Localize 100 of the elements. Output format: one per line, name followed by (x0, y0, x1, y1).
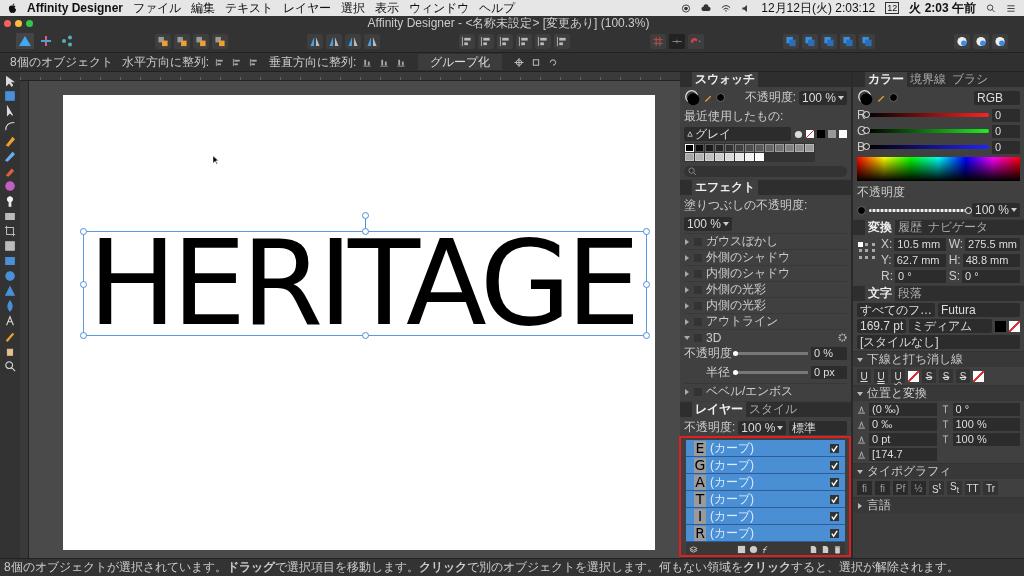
visibility-checkbox[interactable] (830, 511, 839, 521)
triangle-icon[interactable] (4, 285, 16, 297)
color-swatch[interactable] (685, 153, 694, 161)
visibility-checkbox[interactable] (830, 528, 839, 538)
text-color-swatch[interactable] (995, 320, 1006, 332)
record-icon[interactable] (681, 3, 692, 13)
corner-icon[interactable] (4, 120, 16, 132)
position-field[interactable]: [174.7 (869, 448, 937, 461)
flip-button[interactable] (307, 33, 324, 49)
underline-button[interactable]: U (857, 369, 871, 383)
pencil-icon[interactable] (4, 150, 16, 162)
effect-name[interactable]: 3D (706, 330, 722, 345)
effect-name[interactable]: 外側のシャドウ (706, 249, 790, 266)
panel-tab[interactable]: スウォッチ (692, 72, 758, 87)
group-button[interactable]: グループ化 (418, 54, 503, 70)
magnet-button[interactable] (687, 33, 704, 49)
resize-handle[interactable] (80, 228, 87, 235)
position-field[interactable]: 0 pt (869, 433, 937, 446)
font-dropdown[interactable]: Futura (938, 303, 1020, 317)
color-dot[interactable] (716, 93, 725, 102)
menu-item[interactable]: テキスト (225, 0, 273, 17)
slider-thumb[interactable] (733, 351, 738, 356)
pointer-icon[interactable] (4, 75, 16, 87)
panel-tab[interactable]: エフェクト (692, 180, 758, 195)
layer-row[interactable]: I (カーブ) (686, 508, 845, 525)
strikethrough-button[interactable]: S (939, 369, 953, 383)
menubar-time[interactable]: 火 2:03 午前 (909, 0, 976, 17)
channel-value[interactable]: 0 (992, 108, 1020, 122)
calendar-day[interactable]: 12 (885, 2, 900, 14)
opacity-dropdown[interactable]: 100 % (798, 90, 847, 105)
typography-button[interactable]: Tr (983, 481, 998, 495)
resize-handle[interactable] (80, 280, 87, 288)
menu-icon[interactable] (1006, 3, 1016, 13)
align-button[interactable] (497, 33, 514, 49)
mask-icon[interactable] (737, 544, 746, 554)
slider-thumb[interactable] (863, 111, 870, 118)
panel-tab[interactable]: カラー (865, 72, 907, 87)
color-swatch[interactable] (735, 153, 744, 161)
font-size-dropdown[interactable]: 169.7 pt (857, 319, 907, 333)
insert-button[interactable] (953, 33, 970, 49)
disclosure-triangle[interactable] (684, 388, 690, 395)
color-swatch[interactable] (695, 144, 704, 152)
transform-field[interactable]: 48.8 mm (962, 253, 1020, 267)
disclosure-triangle[interactable] (857, 468, 863, 475)
fill-opacity-dropdown[interactable]: 100 % (684, 217, 733, 231)
menu-item[interactable]: ヘルプ (479, 0, 515, 17)
menu-item[interactable]: 選択 (341, 0, 365, 17)
position-field[interactable]: 100 % (952, 433, 1020, 446)
disclosure-triangle[interactable] (684, 238, 690, 245)
visibility-checkbox[interactable] (830, 477, 839, 487)
opacity-dropdown[interactable]: 100 % (738, 420, 787, 435)
boolean-button[interactable] (858, 33, 875, 49)
pointer-icon[interactable] (4, 105, 16, 117)
resize-handle[interactable] (80, 332, 87, 339)
slider-thumb[interactable] (863, 143, 870, 150)
menu-item[interactable]: ウィンドウ (409, 0, 469, 17)
panel-tab[interactable]: 文字 (865, 286, 895, 301)
fx-icon[interactable] (761, 544, 770, 554)
color-swatch[interactable] (705, 144, 714, 152)
color-model-dropdown[interactable]: RGB (974, 90, 1020, 105)
font-weight-dropdown[interactable]: ミディアム (909, 319, 992, 333)
strikethrough-button[interactable]: S (956, 369, 970, 383)
color-swatch[interactable] (755, 153, 764, 161)
no-fill-swatch[interactable] (1009, 320, 1020, 332)
frame-icon[interactable] (4, 240, 16, 252)
no-fill-swatch[interactable] (806, 130, 814, 138)
color-swatch[interactable] (735, 144, 744, 152)
underline-button[interactable]: U (874, 369, 888, 383)
color-dot[interactable] (857, 205, 866, 215)
disclosure-triangle[interactable] (684, 286, 690, 293)
close-button[interactable] (4, 19, 11, 27)
disclosure-triangle[interactable] (684, 254, 690, 261)
zoom-button[interactable] (26, 19, 33, 27)
style-dropdown[interactable]: [スタイルなし] (857, 335, 1020, 349)
align-button[interactable] (535, 33, 552, 49)
apple-icon[interactable] (8, 2, 17, 14)
resize-handle[interactable] (642, 280, 650, 288)
flip-button[interactable] (326, 33, 343, 49)
transform-origin-button[interactable] (513, 56, 526, 68)
resize-handle[interactable] (361, 332, 369, 339)
font-collection-dropdown[interactable]: すべてのフ… (857, 303, 935, 317)
color-swatch[interactable] (715, 153, 724, 161)
visibility-checkbox[interactable] (830, 443, 839, 453)
effect-name[interactable]: 外側の光彩 (706, 281, 766, 298)
panel-tab[interactable]: レイヤー (692, 402, 746, 417)
color-swatch[interactable] (745, 153, 754, 161)
slider-value[interactable]: 0 px (811, 366, 847, 379)
color-swatch[interactable] (705, 153, 714, 161)
layer-row[interactable]: R (カーブ) (686, 525, 845, 542)
panel-tab[interactable]: スタイル (746, 402, 800, 417)
menu-item[interactable]: 編集 (191, 0, 215, 17)
fill-stroke-well[interactable] (684, 89, 701, 106)
persona-button[interactable] (16, 33, 34, 49)
blend-mode-dropdown[interactable]: 標準 (789, 420, 847, 435)
menu-item[interactable]: レイヤー (283, 0, 331, 17)
resize-handle[interactable] (361, 228, 369, 235)
arrange-button[interactable] (174, 33, 191, 49)
disclosure-triangle[interactable] (857, 390, 863, 397)
eyedropper-icon[interactable] (4, 330, 16, 342)
typography-button[interactable]: S$_{t}$ (947, 481, 962, 495)
